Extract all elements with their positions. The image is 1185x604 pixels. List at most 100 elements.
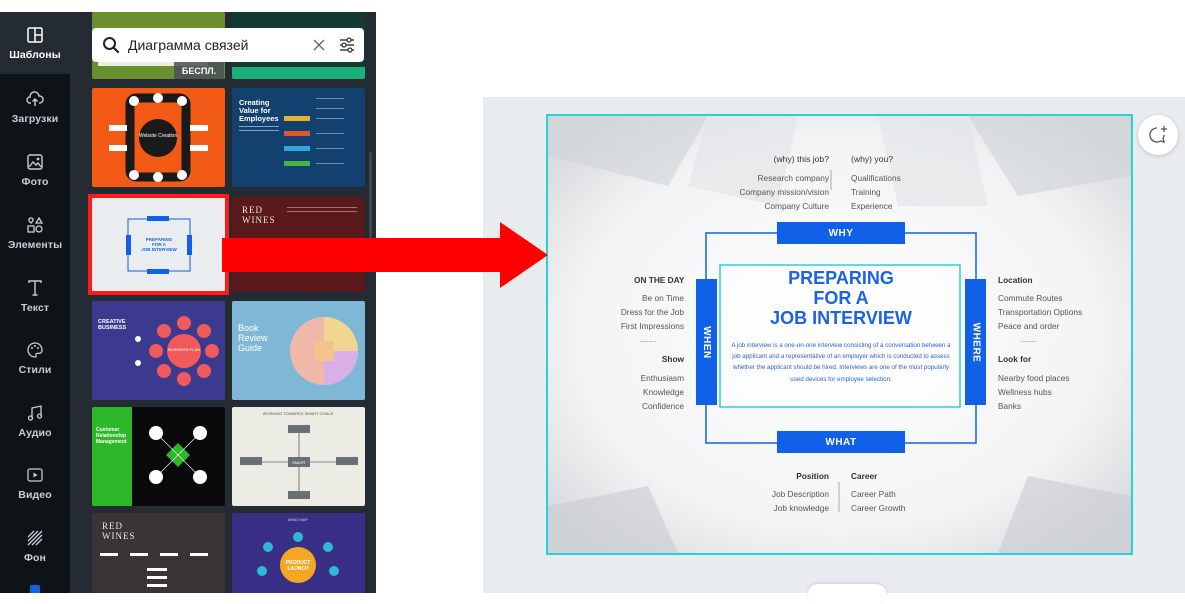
why-this-job-item: Company mission/vision (739, 187, 829, 197)
side-nav-rail: Шаблоны Загрузки Фото Элементы Текст Сти… (0, 12, 70, 593)
design-description[interactable]: A job interview is a one-on-one intervie… (728, 340, 954, 385)
creating-value-line: Employees (239, 114, 279, 123)
nav-templates[interactable]: Шаблоны (0, 12, 70, 74)
where-tab-label: WHERE (970, 322, 982, 362)
templates-icon (27, 26, 43, 43)
why-you-item: Qualifications (851, 173, 901, 183)
template-thumb-creative-business[interactable]: CREATIVE BUSINESS BUSINESS PLAN (92, 301, 225, 400)
nav-label: Элементы (7, 238, 63, 251)
position-item: Job knowledge (773, 503, 829, 513)
on-the-day-heading: ON THE DAY (634, 275, 685, 285)
red-arrow-annotation (222, 222, 548, 288)
templates-panel: БЕСПЛ. Website Creation Creating Value f… (70, 12, 376, 593)
look-for-item: Wellness hubs (998, 387, 1052, 397)
location-item: Commute Routes (998, 293, 1063, 303)
title-line: FOR A (813, 288, 869, 308)
title-line: PREPARING (788, 268, 894, 288)
elements-icon (27, 216, 44, 233)
nav-label: Текст (20, 301, 50, 314)
look-for-item: Banks (998, 401, 1022, 411)
template-thumb-product-launch[interactable]: MIND MAP PRODUCT LAUNCH (232, 513, 365, 593)
look-for-heading: Look for (998, 354, 1032, 364)
show-heading: Show (661, 354, 684, 364)
search-input[interactable] (128, 37, 312, 53)
clear-search-icon[interactable] (312, 38, 326, 52)
location-item: Transportation Options (998, 307, 1083, 317)
where-tab: WHERE (965, 279, 986, 405)
selected-template-highlight (88, 194, 229, 295)
template-preview: Creating Value for Employees (232, 88, 365, 187)
location-item: Peace and order (998, 321, 1060, 331)
palette-icon (27, 341, 43, 358)
nav-more-indicator (30, 585, 40, 593)
nav-label: Аудио (18, 426, 52, 439)
look-for-item: Nearby food places (998, 373, 1070, 383)
template-preview: MIND MAP PRODUCT LAUNCH (232, 513, 365, 593)
smart-title: WORKING TOWARDS SMART GOALS (263, 411, 334, 416)
nav-styles[interactable]: Стили (0, 327, 70, 389)
template-preview: Customer Relationship Management (92, 407, 225, 506)
template-thumb-crm[interactable]: Customer Relationship Management (92, 407, 225, 506)
crm-line: Management (96, 439, 127, 445)
music-note-icon (27, 404, 43, 421)
why-this-job-item: Company Culture (764, 201, 829, 211)
nav-label: Видео (18, 488, 52, 501)
nav-background[interactable]: Фон (0, 515, 70, 577)
nav-label: Фото (21, 175, 49, 188)
show-item: Confidence (642, 401, 684, 411)
nav-elements[interactable]: Элементы (0, 202, 70, 264)
what-tab: WHAT (777, 431, 905, 453)
website-label: Website Creation (139, 133, 177, 139)
design-page[interactable]: (why) this job? (why) you? Research comp… (546, 114, 1133, 555)
template-preview: CREATIVE BUSINESS BUSINESS PLAN (92, 301, 225, 400)
template-thumb-website-creation[interactable]: Website Creation (92, 88, 225, 187)
why-you-item: Experience (851, 201, 893, 211)
career-heading: Career (851, 471, 878, 481)
template-preview: Book Review Guide (232, 301, 365, 400)
nav-text[interactable]: Текст (0, 265, 70, 327)
on-the-day-item: First Impressions (620, 321, 684, 331)
nav-audio[interactable]: Аудио (0, 390, 70, 452)
add-comment-button[interactable] (1138, 115, 1178, 155)
why-this-job-heading: (why) this job? (773, 154, 829, 164)
text-icon (28, 279, 42, 296)
what-tab-label: WHAT (825, 436, 857, 448)
creative-line: BUSINESS (98, 325, 126, 331)
template-thumb-smart-goals[interactable]: WORKING TOWARDS SMART GOALS SMART (232, 407, 365, 506)
nav-uploads[interactable]: Загрузки (0, 76, 70, 138)
location-heading: Location (998, 275, 1033, 285)
red-wines-line: RED (102, 521, 123, 531)
page-controls-pill[interactable] (808, 584, 886, 604)
on-the-day-item: Dress for the Job (620, 307, 684, 317)
design-title[interactable]: PREPARING FOR A JOB INTERVIEW (721, 268, 961, 328)
template-preview: RED WINES (92, 513, 225, 593)
mind-map-title: MIND MAP (288, 517, 308, 522)
template-thumb-book-review[interactable]: Book Review Guide (232, 301, 365, 400)
search-bar (92, 28, 364, 62)
location-dots: .......... (1020, 338, 1037, 344)
why-tab: WHY (777, 222, 905, 244)
when-tab: WHEN (696, 279, 717, 405)
video-icon (27, 467, 43, 482)
nav-video[interactable]: Видео (0, 452, 70, 514)
career-item: Career Growth (851, 503, 906, 513)
nav-label: Фон (23, 551, 47, 564)
nav-label: Стили (18, 363, 52, 376)
why-you-item: Training (851, 187, 881, 197)
show-item: Knowledge (642, 387, 684, 397)
on-the-day-item: Be on Time (642, 293, 684, 303)
smart-center: SMART (292, 460, 306, 465)
upload-cloud-icon (26, 90, 44, 106)
photo-icon (27, 153, 43, 170)
template-thumb-creating-value[interactable]: Creating Value for Employees (232, 88, 365, 187)
book-review-line: Book (238, 323, 259, 333)
nav-photos[interactable]: Фото (0, 139, 70, 201)
business-plan-label: BUSINESS PLAN (168, 347, 200, 352)
nav-label: Шаблоны (9, 48, 61, 61)
show-item: Enthusiasm (640, 373, 684, 383)
on-the-day-dots: .......... (640, 338, 657, 344)
filter-settings-icon[interactable] (338, 36, 356, 54)
career-item: Career Path (851, 489, 896, 499)
when-tab-label: WHEN (701, 325, 712, 359)
template-thumb-red-wines-2[interactable]: RED WINES (92, 513, 225, 593)
